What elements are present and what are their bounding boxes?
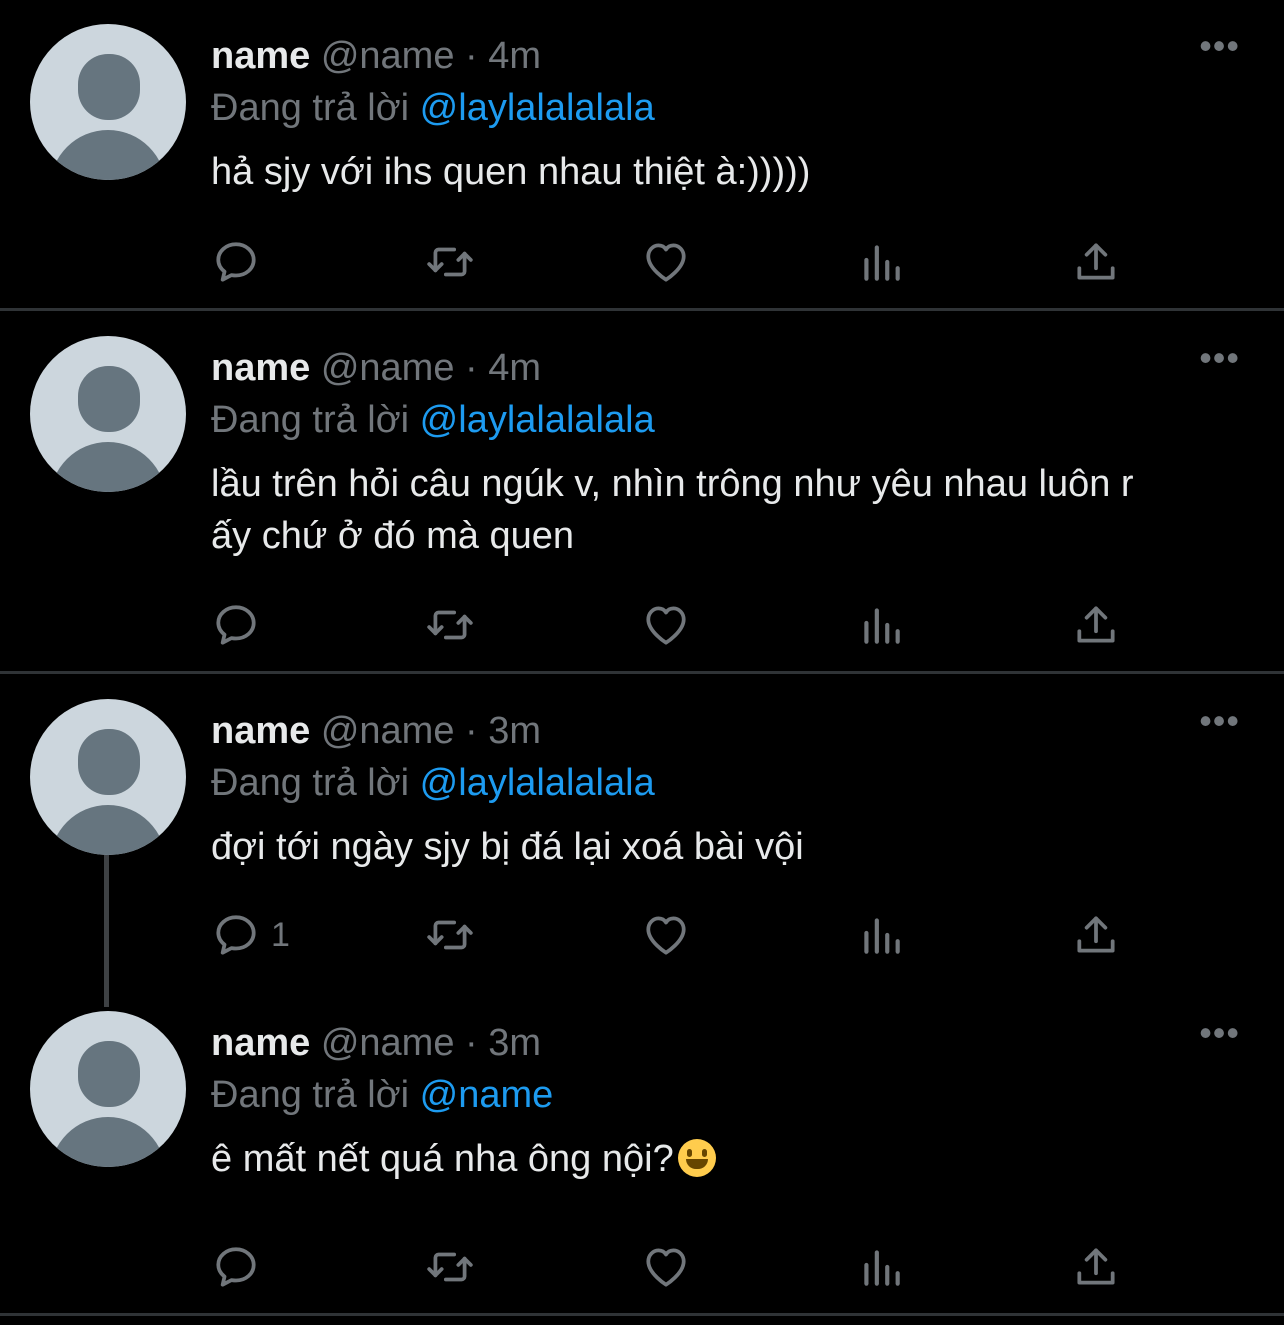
tweet-text: hả sjy với ihs quen nhau thiệt à:))))) — [211, 151, 811, 193]
share-icon[interactable] — [1071, 905, 1121, 965]
action-bar: 1 — [211, 905, 1131, 965]
like-icon[interactable] — [641, 595, 691, 655]
views-icon[interactable] — [856, 595, 906, 655]
reply-icon[interactable] — [211, 595, 271, 655]
reply-icon[interactable] — [211, 232, 271, 292]
tweet-header: name @name · 4m — [211, 34, 541, 78]
more-icon[interactable]: ••• — [1199, 699, 1240, 743]
retweet-icon[interactable] — [425, 232, 475, 292]
tweet-header: name @name · 3m — [211, 1021, 541, 1065]
thread-line — [104, 855, 109, 1007]
display-name[interactable]: name — [211, 347, 310, 389]
handle[interactable]: @name — [321, 347, 455, 389]
reply-prefix: Đang trả lời — [211, 762, 410, 804]
separator: · — [465, 1022, 478, 1064]
display-name[interactable]: name — [211, 1022, 310, 1064]
avatar[interactable] — [30, 1011, 186, 1167]
more-icon[interactable]: ••• — [1199, 24, 1240, 68]
reply-icon[interactable] — [211, 1237, 271, 1297]
action-bar — [211, 595, 1131, 655]
separator: · — [465, 35, 478, 77]
reply-count: 1 — [271, 915, 290, 954]
reply-prefix: Đang trả lời — [211, 87, 410, 129]
reply-prefix: Đang trả lời — [211, 399, 410, 441]
more-icon[interactable]: ••• — [1199, 1011, 1240, 1055]
handle[interactable]: @name — [321, 710, 455, 752]
tweet-text: lầu trên hỏi câu ngúk v, nhìn trông như … — [211, 463, 1134, 557]
timestamp[interactable]: 3m — [488, 1022, 541, 1064]
display-name[interactable]: name — [211, 710, 310, 752]
reply-context: Đang trả lời @name — [211, 1073, 553, 1117]
separator: · — [465, 347, 478, 389]
reply-mention[interactable]: @laylalalalala — [420, 399, 655, 441]
separator: · — [465, 710, 478, 752]
tweet-header: name @name · 4m — [211, 346, 541, 390]
reply-context: Đang trả lời @laylalalalala — [211, 398, 655, 442]
reply-prefix: Đang trả lời — [211, 1074, 410, 1116]
retweet-icon[interactable] — [425, 1237, 475, 1297]
tweet-header: name @name · 3m — [211, 709, 541, 753]
reply-mention[interactable]: @name — [420, 1074, 554, 1116]
like-icon[interactable] — [641, 232, 691, 292]
views-icon[interactable] — [856, 1237, 906, 1297]
divider — [0, 308, 1284, 311]
retweet-icon[interactable] — [425, 595, 475, 655]
display-name[interactable]: name — [211, 35, 310, 77]
like-icon[interactable] — [641, 1237, 691, 1297]
more-icon[interactable]: ••• — [1199, 336, 1240, 380]
like-icon[interactable] — [641, 905, 691, 965]
timestamp[interactable]: 3m — [488, 710, 541, 752]
handle[interactable]: @name — [321, 35, 455, 77]
timestamp[interactable]: 4m — [488, 35, 541, 77]
grinning-face-emoji — [677, 1139, 716, 1177]
reply-context: Đang trả lời @laylalalalala — [211, 86, 655, 130]
handle[interactable]: @name — [321, 1022, 455, 1064]
divider — [0, 671, 1284, 674]
tweet-text: ê mất nết quá nha ông nội? — [211, 1133, 1211, 1185]
views-icon[interactable] — [856, 905, 906, 965]
reply-mention[interactable]: @laylalalalala — [420, 762, 655, 804]
share-icon[interactable] — [1071, 232, 1121, 292]
share-icon[interactable] — [1071, 1237, 1121, 1297]
tweet-text-content: ê mất nết quá nha ông nội? — [211, 1138, 674, 1180]
timestamp[interactable]: 4m — [488, 347, 541, 389]
views-icon[interactable] — [856, 232, 906, 292]
share-icon[interactable] — [1071, 595, 1121, 655]
divider — [0, 1313, 1284, 1316]
reply-mention[interactable]: @laylalalalala — [420, 87, 655, 129]
tweet-text: đợi tới ngày sjy bị đá lại xoá bài vội — [211, 826, 804, 868]
avatar[interactable] — [30, 24, 186, 180]
action-bar — [211, 1237, 1131, 1297]
retweet-icon[interactable] — [425, 905, 475, 965]
avatar[interactable] — [30, 699, 186, 855]
reply-context: Đang trả lời @laylalalalala — [211, 761, 655, 805]
avatar[interactable] — [30, 336, 186, 492]
action-bar — [211, 232, 1131, 292]
reply-icon[interactable]: 1 — [211, 905, 290, 965]
